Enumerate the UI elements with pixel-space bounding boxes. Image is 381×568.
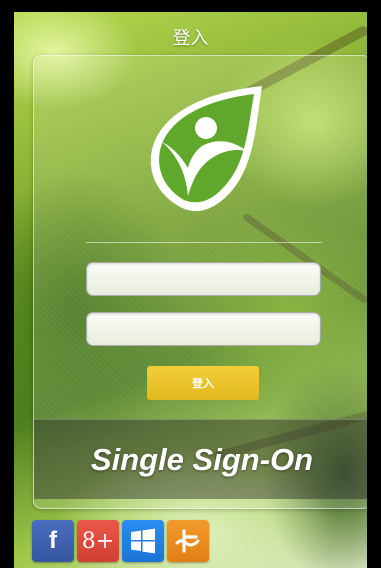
facebook-icon: f (49, 527, 57, 554)
windows-login-button[interactable] (122, 520, 164, 562)
google-plus-icon: 8+ (81, 528, 115, 554)
login-screen: 登入 登入 Single Sign-On f 8+ (14, 12, 367, 568)
login-card: 登入 Single Sign-On (33, 55, 367, 509)
username-input[interactable] (86, 262, 321, 296)
organization-logo (150, 86, 262, 212)
google-plus-login-button[interactable]: 8+ (77, 520, 119, 562)
divider (86, 242, 322, 243)
other-provider-icon (175, 529, 200, 553)
page-title: 登入 (172, 28, 209, 48)
login-button[interactable]: 登入 (147, 366, 259, 400)
other-login-button[interactable] (167, 520, 209, 562)
social-login-bar: f 8+ (32, 520, 209, 562)
sso-banner[interactable]: Single Sign-On (34, 419, 367, 499)
password-input[interactable] (86, 312, 321, 346)
sso-banner-text: Single Sign-On (90, 441, 314, 477)
facebook-login-button[interactable]: f (32, 520, 74, 562)
windows-icon (131, 528, 155, 554)
